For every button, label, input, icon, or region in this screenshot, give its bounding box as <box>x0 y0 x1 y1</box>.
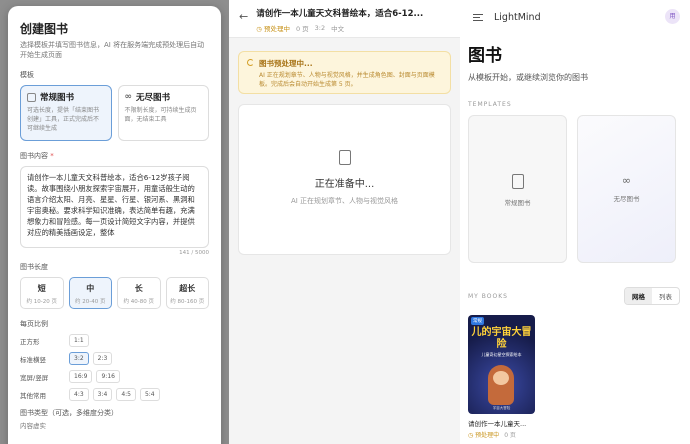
ratio-4-5-button[interactable]: 4:5 <box>116 388 136 401</box>
length-long-button[interactable]: 长约 40-80 页 <box>117 277 161 309</box>
ratio-3-2-button[interactable]: 3:2 <box>69 352 89 365</box>
spinner-icon <box>247 59 254 66</box>
book-icon <box>338 150 351 165</box>
book-header: ← 请创作一本儿童天文科普绘本，适合6-12... ◷ 预处理中 0 页 3:2… <box>229 0 460 38</box>
book-icon <box>27 92 36 102</box>
template-options: 常规图书 可选长度，提供「结束图书创建」工具，正式完成后不可继续生成 ∞ 无尽图书… <box>20 85 209 141</box>
book-title[interactable]: 请创作一本儿童天... <box>468 418 538 428</box>
language: 中文 <box>331 25 345 33</box>
ratio-label: 每页比例 <box>20 320 48 328</box>
ratio-16-9-button[interactable]: 16:9 <box>69 370 93 383</box>
view-list-button[interactable]: 列表 <box>652 288 679 304</box>
avatar[interactable]: 用 <box>665 9 680 24</box>
ratio-2-3-button[interactable]: 2:3 <box>92 352 113 365</box>
template-label: 模板 <box>20 71 34 79</box>
view-toggle: 网格 列表 <box>624 287 680 305</box>
type-sub-label: 内容虚实 <box>20 422 46 430</box>
templates-label: TEMPLATES <box>468 101 512 108</box>
ratio-row-label: 标准横竖 <box>20 355 46 364</box>
book-icon <box>511 174 524 189</box>
view-grid-button[interactable]: 网格 <box>625 288 652 304</box>
menu-icon[interactable] <box>473 13 483 21</box>
ratio-options: 正方形 1:1 标准横竖 3:2 2:3 宽屏/竖屏 16:9 9:16 其他常用 4:3 3… <box>20 334 209 401</box>
top-bar: LightMind <box>460 0 690 34</box>
page-count: 0 页 <box>504 432 516 439</box>
infinity-icon: ∞ <box>621 174 632 187</box>
length-medium-button[interactable]: 中约 20-40 页 <box>68 277 112 309</box>
book-title: 请创作一本儿童天文科普绘本，适合6-12... <box>256 9 424 19</box>
mybooks-label: MY BOOKS <box>468 292 508 300</box>
book-type-badge: 常规 <box>471 317 484 325</box>
book-meta: ◷ 预处理中 0 页 <box>468 430 690 439</box>
cover-subtitle: 儿童奇幻星空探索绘本 <box>481 352 522 357</box>
template-endless-card[interactable]: ∞ 无尽图书 <box>577 115 676 263</box>
preparing-title: 正在准备中... <box>314 179 375 190</box>
book-meta: ◷ 预处理中 0 页 3:2 中文 <box>256 23 441 33</box>
content-label: 图书内容 * <box>20 152 54 160</box>
cover-footer: 宇宙大冒险 <box>492 406 511 410</box>
clock-icon: ◷ <box>256 25 262 33</box>
char-count: 141 / 5000 <box>179 250 209 256</box>
templates-grid: 常规图书 ∞ 无尽图书 <box>468 115 690 263</box>
ratio-row-label: 宽屏/竖屏 <box>20 373 49 382</box>
ratio-4-3-button[interactable]: 4:3 <box>69 388 89 401</box>
template-regular-card[interactable]: 常规图书 <box>468 115 567 263</box>
page-title: 图书 <box>468 46 504 66</box>
length-label: 图书长度 <box>20 263 48 271</box>
mybooks-header: MY BOOKS 网格 列表 <box>468 287 680 305</box>
length-options: 短约 10-20 页 中约 20-40 页 长约 40-80 页 超长约 80-… <box>20 277 209 309</box>
status-badge: ◷ 预处理中 <box>256 25 290 33</box>
preparing-card: 正在准备中... AI 正在规划章节、人物与视觉风格 <box>238 104 451 255</box>
page-count: 0 页 <box>295 25 309 33</box>
ratio-5-4-button[interactable]: 5:4 <box>139 388 160 401</box>
template-name: 无尽图书 <box>613 195 640 203</box>
template-regular-card[interactable]: 常规图书 可选长度，提供「结束图书创建」工具，正式完成后不可继续生成 <box>20 85 112 141</box>
ratio-row-label: 其他常用 <box>20 391 46 400</box>
length-xlong-button[interactable]: 超长约 80-160 页 <box>165 277 209 309</box>
book-cover[interactable]: 常规 儿的宇宙大冒险 儿童奇幻星空探索绘本 宇宙大冒险 <box>468 315 535 414</box>
modal-subtitle: 选择模板并填写图书信息，AI 将在服务端完成预处理后自动开始生成页面 <box>20 41 205 59</box>
preparing-desc: AI 正在规划章节、人物与视觉风格 <box>290 197 399 205</box>
template-name: 无尽图书 <box>136 93 171 103</box>
template-name: 常规图书 <box>40 93 75 103</box>
ratio-3-4-button[interactable]: 3:4 <box>92 388 113 401</box>
ratio-row-label: 正方形 <box>20 337 40 346</box>
type-label: 图书类型（可选，多维度分类） <box>20 409 118 417</box>
ratio-1-1-button[interactable]: 1:1 <box>69 334 89 347</box>
modal-title: 创建图书 <box>20 22 69 36</box>
cover-illustration-face <box>493 371 509 385</box>
brand-name: LightMind <box>494 11 541 23</box>
template-desc: 不限制长度，可持续生成页面，无结束工具 <box>124 107 197 123</box>
create-book-modal: 创建图书 选择模板并填写图书信息，AI 将在服务端完成预处理后自动开始生成页面 … <box>8 6 221 444</box>
aspect-ratio: 3:2 <box>314 24 326 32</box>
back-arrow-icon[interactable]: ← <box>239 10 248 30</box>
template-desc: 可选长度，提供「结束图书创建」工具，正式完成后不可继续生成 <box>27 107 100 132</box>
page-subtitle: 从模板开始，或继续浏览你的图书 <box>468 73 588 82</box>
ratio-9-16-button[interactable]: 9:16 <box>96 370 120 383</box>
cover-title: 儿的宇宙大冒险 <box>471 327 532 350</box>
template-name: 常规图书 <box>504 199 531 207</box>
notice-title: 图书预处理中... <box>259 59 313 68</box>
clock-icon: ◷ <box>468 432 474 439</box>
template-endless-card[interactable]: ∞ 无尽图书 不限制长度，可持续生成页面，无结束工具 <box>117 85 209 141</box>
library-pane: LightMind 用 图书 从模板开始，或继续浏览你的图书 TEMPLATES… <box>460 0 690 444</box>
create-book-pane: 创建图书 选择模板并填写图书信息，AI 将在服务端完成预处理后自动开始生成页面 … <box>0 0 229 444</box>
preprocess-notice: 图书预处理中... AI 正在规划章节、人物与视觉风格，并生成角色图、封面与页面… <box>238 51 451 94</box>
status-badge: ◷ 预处理中 <box>468 432 500 439</box>
content-textarea[interactable]: 请创作一本儿童天文科普绘本，适合6-12岁孩子阅读。故事围绕小朋友探索宇宙展开，… <box>20 166 209 248</box>
book-detail-pane: ← 请创作一本儿童天文科普绘本，适合6-12... ◷ 预处理中 0 页 3:2… <box>229 0 460 444</box>
notice-desc: AI 正在规划章节、人物与视觉风格，并生成角色图、封面与页面模板。完成后会自动开… <box>259 72 435 88</box>
length-short-button[interactable]: 短约 10-20 页 <box>20 277 64 309</box>
infinity-icon: ∞ <box>124 92 133 102</box>
